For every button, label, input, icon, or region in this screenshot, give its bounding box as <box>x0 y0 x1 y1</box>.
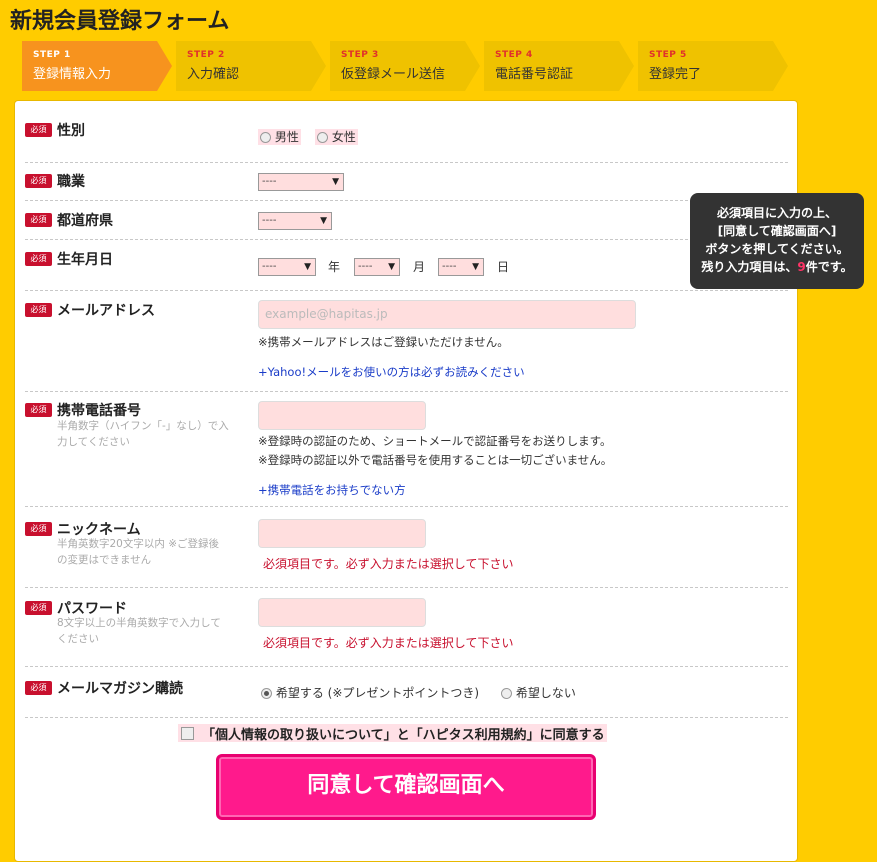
tooltip-line-3: ボタンを押してください。 <box>705 242 849 256</box>
tooltip-line-2: [同意して確認画面へ] <box>717 224 837 238</box>
email-note: ※携帯メールアドレスはご登録いただけません。 <box>258 335 509 349</box>
password-hint: 8文字以上の半角英数字で入力してください <box>57 617 221 645</box>
phone-input[interactable] <box>258 401 426 430</box>
birthday-row: 必須 生年月日 ---- ▼ 年 ---- ▼ 月 ---- ▼ 日 <box>25 252 788 291</box>
prefecture-value: ---- <box>262 215 277 226</box>
birth-month-select[interactable]: ---- ▼ <box>354 258 400 276</box>
occupation-row: 必須 職業 ---- ▼ <box>25 173 788 201</box>
password-error: 必須項目です。必ず入力または選択して下さい <box>263 636 514 650</box>
tooltip-prefix: 残り入力項目は、 <box>701 260 798 274</box>
required-badge: 必須 <box>25 174 52 188</box>
prefecture-select[interactable]: ---- ▼ <box>258 212 332 230</box>
birth-year-value: ---- <box>262 261 277 272</box>
birth-day-value: ---- <box>442 261 457 272</box>
step-number: STEP 4 <box>495 50 533 60</box>
agreement-text: 「個人情報の取り扱いについて」と「ハピタス利用規約」に同意する <box>202 728 605 743</box>
occupation-label: 職業 <box>57 174 85 190</box>
nickname-error: 必須項目です。必ず入力または選択して下さい <box>263 557 514 571</box>
required-badge: 必須 <box>25 522 52 536</box>
required-badge: 必須 <box>25 403 52 417</box>
required-badge: 必須 <box>25 213 52 227</box>
gender-female-option[interactable]: 女性 <box>315 129 358 145</box>
tooltip-suffix: 件です。 <box>805 260 853 274</box>
step-4: STEP 4 電話番号認証 <box>484 41 634 91</box>
required-badge: 必須 <box>25 681 52 695</box>
newsletter-no-label: 希望しない <box>515 686 576 700</box>
email-row: 必須 メールアドレス example@hapitas.jp ※携帯メールアドレス… <box>25 300 788 392</box>
password-input[interactable] <box>258 598 426 627</box>
gender-female-label: 女性 <box>331 130 356 144</box>
step-3: STEP 3 仮登録メール送信 <box>330 41 480 91</box>
newsletter-no-option[interactable]: 希望しない <box>501 684 576 701</box>
gender-row: 必須 性別 男性 女性 <box>25 123 788 163</box>
remaining-count: 9 <box>797 260 806 274</box>
nickname-row: 必須 ニックネーム 半角英数字20文字以内 ※ご登録後の変更はできません 必須項… <box>25 519 788 588</box>
remaining-fields-tooltip: 必須項目に入力の上、 [同意して確認画面へ] ボタンを押してください。 残り入力… <box>690 193 864 289</box>
phone-note-1: ※登録時の認証のため、ショートメールで認証番号をお送りします。 <box>258 434 612 448</box>
step-number: STEP 5 <box>649 50 687 60</box>
gender-label: 性別 <box>57 123 85 139</box>
gender-male-label: 男性 <box>274 130 299 144</box>
gender-male-option[interactable]: 男性 <box>258 129 301 145</box>
agree-confirm-button[interactable]: 同意して確認画面へ <box>216 754 596 820</box>
step-5: STEP 5 登録完了 <box>638 41 788 91</box>
email-input[interactable]: example@hapitas.jp <box>258 300 636 329</box>
step-label: 登録完了 <box>649 67 702 82</box>
email-label: メールアドレス <box>57 303 155 319</box>
occupation-select[interactable]: ---- ▼ <box>258 173 344 191</box>
birth-year-select[interactable]: ---- ▼ <box>258 258 316 276</box>
radio-button[interactable] <box>260 132 271 143</box>
step-1: STEP 1 登録情報入力 <box>22 41 172 91</box>
step-number: STEP 2 <box>187 50 225 60</box>
phone-hint: 半角数字（ハイフン「-」なし）で入力してください <box>57 420 229 448</box>
page-title: 新規会員登録フォーム <box>10 9 230 34</box>
step-number: STEP 1 <box>33 50 71 60</box>
year-unit: 年 <box>328 260 341 274</box>
birth-day-select[interactable]: ---- ▼ <box>438 258 484 276</box>
agreement-checkbox[interactable] <box>181 727 194 740</box>
phone-row: 必須 携帯電話番号 半角数字（ハイフン「-」なし）で入力してください ※登録時の… <box>25 401 788 507</box>
tooltip-line-4: 残り入力項目は、9件です。 <box>690 258 864 276</box>
newsletter-yes-label: 希望する (※プレゼントポイントつき) <box>275 686 480 700</box>
step-label: 登録情報入力 <box>33 67 112 82</box>
newsletter-yes-option[interactable]: 希望する (※プレゼントポイントつき) <box>261 684 479 701</box>
chevron-down-icon: ▼ <box>472 262 479 272</box>
birth-month-value: ---- <box>358 261 373 272</box>
phone-label: 携帯電話番号 <box>57 403 141 419</box>
step-label: 仮登録メール送信 <box>341 67 446 82</box>
yahoo-mail-link[interactable]: +Yahoo!メールをお使いの方は必ずお読みください <box>258 364 525 380</box>
required-badge: 必須 <box>25 123 52 137</box>
required-badge: 必須 <box>25 303 52 317</box>
required-badge: 必須 <box>25 252 52 266</box>
step-2: STEP 2 入力確認 <box>176 41 326 91</box>
step-number: STEP 3 <box>341 50 379 60</box>
registration-form: 必須 性別 男性 女性 必須 職業 ---- ▼ 必須 都道府県 ---- ▼ … <box>14 100 798 862</box>
password-row: 必須 パスワード 8文字以上の半角英数字で入力してください 必須項目です。必ず入… <box>25 598 788 667</box>
step-label: 入力確認 <box>187 67 240 82</box>
step-progress: STEP 1 登録情報入力 STEP 2 入力確認 STEP 3 仮登録メール送… <box>22 41 792 91</box>
day-unit: 日 <box>497 260 510 274</box>
prefecture-row: 必須 都道府県 ---- ▼ <box>25 212 788 240</box>
radio-button[interactable] <box>501 688 512 699</box>
radio-button[interactable] <box>317 132 328 143</box>
nickname-input[interactable] <box>258 519 426 548</box>
phone-note-2: ※登録時の認証以外で電話番号を使用することは一切ございません。 <box>258 453 613 467</box>
chevron-down-icon: ▼ <box>304 262 311 272</box>
no-mobile-link[interactable]: +携帯電話をお持ちでない方 <box>258 482 406 498</box>
radio-button-selected[interactable] <box>261 688 272 699</box>
occupation-value: ---- <box>262 176 277 187</box>
step-label: 電話番号認証 <box>495 67 574 82</box>
newsletter-row: 必須 メールマガジン購読 希望する (※プレゼントポイントつき) 希望しない <box>25 681 788 718</box>
month-unit: 月 <box>413 260 426 274</box>
agreement-checkbox-row[interactable]: 「個人情報の取り扱いについて」と「ハピタス利用規約」に同意する <box>178 724 607 743</box>
newsletter-label: メールマガジン購読 <box>57 681 183 697</box>
birthday-label: 生年月日 <box>57 252 113 268</box>
required-badge: 必須 <box>25 601 52 615</box>
chevron-down-icon: ▼ <box>320 216 327 226</box>
prefecture-label: 都道府県 <box>57 213 113 229</box>
tooltip-line-1: 必須項目に入力の上、 <box>716 206 837 220</box>
chevron-down-icon: ▼ <box>332 177 339 187</box>
nickname-hint: 半角英数字20文字以内 ※ご登録後の変更はできません <box>57 538 219 566</box>
chevron-down-icon: ▼ <box>388 262 395 272</box>
